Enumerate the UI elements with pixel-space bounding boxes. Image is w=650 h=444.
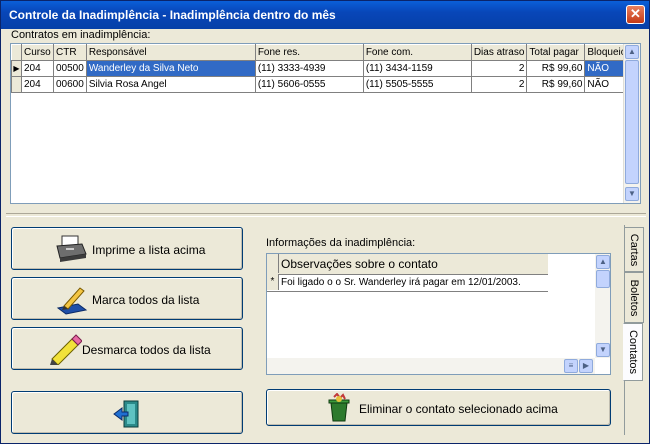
print-list-button[interactable]: Imprime a lista acima	[11, 227, 243, 270]
observations-grid[interactable]: Observações sobre o contato * Foi ligado…	[266, 253, 611, 375]
column-header-curso[interactable]: Curso	[21, 44, 54, 61]
observations-header[interactable]: Observações sobre o contato	[281, 257, 438, 271]
cell-dias-atraso[interactable]: 2	[470, 60, 528, 77]
table-row[interactable]: 204 00600 Silvia Rosa Angel (11) 5606-05…	[11, 76, 630, 93]
column-header-responsavel[interactable]: Responsável	[85, 44, 256, 61]
tab-contatos[interactable]: Contatos	[623, 323, 643, 381]
scroll-right-icon[interactable]: ▶	[579, 359, 593, 373]
observations-vertical-scrollbar[interactable]: ▲ ▼	[595, 254, 610, 358]
contracts-table: Curso CTR Responsável Fone res. Fone com…	[11, 44, 630, 93]
close-button[interactable]: ✕	[626, 5, 645, 24]
scroll-up-icon[interactable]: ▲	[625, 45, 639, 59]
scroll-thumb[interactable]	[596, 270, 610, 288]
print-list-label: Imprime a lista acima	[92, 243, 206, 257]
cell-curso[interactable]: 204	[21, 60, 54, 77]
contracts-label: Contratos em inadimplência:	[11, 29, 151, 41]
window-title: Controle da Inadimplência - Inadimplênci…	[9, 8, 336, 22]
table-header-row: Curso CTR Responsável Fone res. Fone com…	[11, 44, 630, 61]
pen-check-icon	[56, 287, 88, 315]
observations-header-row: Observações sobre o contato	[267, 254, 548, 275]
mark-all-label: Marca todos da lista	[92, 293, 200, 307]
cell-total-pagar[interactable]: R$ 99,60	[526, 60, 586, 77]
section-divider	[6, 213, 646, 217]
cell-curso[interactable]: 204	[21, 76, 54, 93]
row-marker: *	[267, 274, 279, 290]
table-row[interactable]: ▶ 204 00500 Wanderley da Silva Neto (11)…	[11, 60, 630, 77]
row-indicator	[11, 76, 22, 93]
observation-text[interactable]: Foi ligado o o Sr. Wanderley irá pagar e…	[281, 277, 521, 288]
scroll-down-icon[interactable]: ▼	[625, 187, 639, 201]
header-indicator	[11, 44, 22, 61]
delete-contact-label: Eliminar o contato selecionado acima	[359, 402, 558, 416]
tab-boletos[interactable]: Boletos	[624, 272, 644, 323]
column-header-dias-atraso[interactable]: Dias atraso	[470, 44, 528, 61]
cell-total-pagar[interactable]: R$ 99,60	[526, 76, 586, 93]
unmark-all-label: Desmarca todos da lista	[82, 343, 211, 357]
trash-bin-icon	[328, 393, 350, 422]
scroll-thumb[interactable]	[625, 60, 639, 184]
scroll-up-icon[interactable]: ▲	[596, 255, 610, 269]
delete-contact-button[interactable]: Eliminar o contato selecionado acima	[266, 389, 611, 426]
unmark-all-button[interactable]: Desmarca todos da lista	[11, 327, 243, 370]
cell-fone-com[interactable]: (11) 3434-1159	[362, 60, 472, 77]
tab-contatos-label: Contatos	[627, 329, 639, 375]
column-header-total-pagar[interactable]: Total pagar	[526, 44, 586, 61]
main-window: Controle da Inadimplência - Inadimplênci…	[0, 0, 650, 444]
grid-vertical-scrollbar[interactable]: ▲ ▼	[623, 44, 640, 203]
column-header-ctr[interactable]: CTR	[53, 44, 87, 61]
cell-dias-atraso[interactable]: 2	[470, 76, 528, 93]
printer-icon	[56, 235, 87, 262]
header-indicator	[267, 254, 279, 273]
cell-responsavel[interactable]: Silvia Rosa Angel	[85, 76, 256, 93]
mark-all-button[interactable]: Marca todos da lista	[11, 277, 243, 320]
list-item[interactable]: * Foi ligado o o Sr. Wanderley irá pagar…	[267, 274, 548, 292]
observations-horizontal-scrollbar[interactable]: ≡ ▶	[267, 358, 595, 374]
cell-responsavel[interactable]: Wanderley da Silva Neto	[85, 60, 256, 77]
exit-door-icon	[113, 400, 139, 428]
title-bar[interactable]: Controle da Inadimplência - Inadimplênci…	[1, 1, 649, 29]
column-header-fone-res[interactable]: Fone res.	[254, 44, 364, 61]
info-label: Informações da inadimplência:	[266, 237, 416, 249]
scroll-thumb-horizontal-icon[interactable]: ≡	[564, 359, 578, 373]
cell-fone-res[interactable]: (11) 5606-0555	[254, 76, 364, 93]
cell-fone-com[interactable]: (11) 5505-5555	[362, 76, 472, 93]
tab-cartas-label: Cartas	[628, 233, 640, 266]
eraser-pencil-icon	[50, 334, 82, 365]
scroll-down-icon[interactable]: ▼	[596, 343, 610, 357]
tab-boletos-label: Boletos	[628, 279, 640, 316]
row-indicator: ▶	[11, 60, 22, 77]
cell-ctr[interactable]: 00600	[53, 76, 87, 93]
tab-cartas[interactable]: Cartas	[624, 227, 644, 272]
contracts-grid[interactable]: Curso CTR Responsável Fone res. Fone com…	[10, 43, 641, 204]
cell-ctr[interactable]: 00500	[53, 60, 87, 77]
column-header-fone-com[interactable]: Fone com.	[362, 44, 472, 61]
exit-button[interactable]	[11, 391, 243, 434]
cell-fone-res[interactable]: (11) 3333-4939	[254, 60, 364, 77]
